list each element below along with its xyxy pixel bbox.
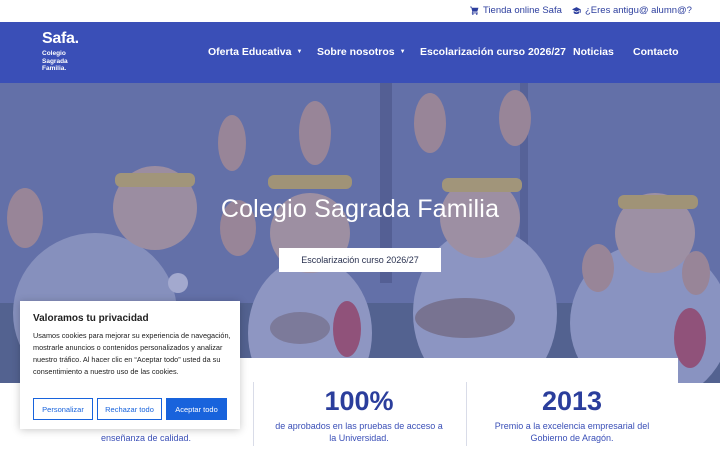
accept-all-button[interactable]: Aceptar todo <box>166 398 227 420</box>
nav-escolarizacion-label: Escolarización curso 2026/27 <box>420 46 566 58</box>
top-utility-bar: Tienda online Safa ¿Eres antigu@ alumn@? <box>0 0 720 22</box>
cart-icon <box>470 6 479 15</box>
stat-number: 100% <box>324 386 394 416</box>
logo-line-2: Sagrada <box>42 57 68 65</box>
nav-noticias[interactable]: Noticias <box>573 46 614 58</box>
hero-escolarizacion-button[interactable]: Escolarización curso 2026/27 <box>279 248 441 272</box>
main-header: Safa. Colegio Sagrada Familia. Oferta Ed… <box>0 22 720 83</box>
nav-sobre-nosotros[interactable]: Sobre nosotros ▼ <box>317 46 406 58</box>
stat-description-line-2: Gobierno de Aragón. <box>530 433 614 443</box>
stat-description-line-1: de aprobados en las pruebas de acceso a <box>275 421 443 431</box>
nav-oferta-educativa[interactable]: Oferta Educativa ▼ <box>208 46 302 58</box>
stat-number: 2013 <box>541 386 603 416</box>
chevron-down-icon: ▼ <box>399 49 406 55</box>
nav-contacto-label: Contacto <box>633 46 679 58</box>
stat-item: 2013 Premio a la excelencia empresarial … <box>466 358 678 450</box>
alumni-link-label: ¿Eres antigu@ alumn@? <box>585 5 692 16</box>
nav-escolarizacion[interactable]: Escolarización curso 2026/27 <box>420 46 566 58</box>
stat-description-line-2: enseñanza de calidad. <box>100 433 192 443</box>
cookie-title: Valoramos tu privacidad <box>33 313 149 324</box>
stat-description: de aprobados en las pruebas de acceso a … <box>253 420 465 444</box>
logo-line-3: Familia. <box>42 65 67 72</box>
graduation-cap-icon <box>572 7 581 14</box>
chevron-down-icon: ▼ <box>296 49 303 55</box>
hero-title: Colegio Sagrada Familia <box>220 195 500 223</box>
stat-description: Premio a la excelencia empresarial del G… <box>466 420 678 444</box>
logo-line-1: Colegio <box>42 50 66 57</box>
nav-sobre-nosotros-label: Sobre nosotros <box>317 46 395 58</box>
cookie-consent-banner: Valoramos tu privacidad Usamos cookies p… <box>20 301 240 429</box>
alumni-link[interactable]: ¿Eres antigu@ alumn@? <box>572 5 692 16</box>
shop-link[interactable]: Tienda online Safa <box>470 5 562 16</box>
nav-contacto[interactable]: Contacto <box>633 46 679 58</box>
cookie-text: Usamos cookies para mejorar su experienc… <box>33 331 231 376</box>
reject-all-button[interactable]: Rechazar todo <box>97 398 162 420</box>
nav-oferta-educativa-label: Oferta Educativa <box>208 46 292 58</box>
stat-item: 100% de aprobados en las pruebas de acce… <box>253 358 465 450</box>
shop-link-label: Tienda online Safa <box>483 5 562 16</box>
logo-mark: Safa. <box>42 30 79 47</box>
nav-noticias-label: Noticias <box>573 46 614 58</box>
customize-button[interactable]: Personalizar <box>33 398 93 420</box>
stat-description-line-1: Premio a la excelencia empresarial del <box>494 421 650 431</box>
stat-description-line-2: la Universidad. <box>329 433 389 443</box>
site-logo[interactable]: Safa. Colegio Sagrada Familia. <box>42 30 79 73</box>
